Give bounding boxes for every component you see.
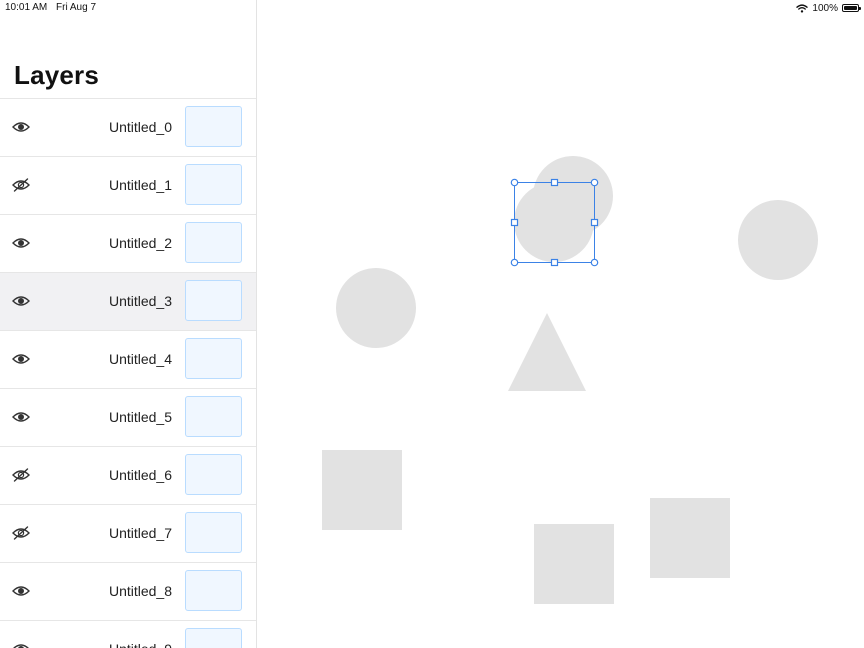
resize-handle-left[interactable] [510, 218, 519, 227]
layer-row[interactable]: Untitled_6 [0, 447, 256, 505]
layer-name: Untitled_0 [108, 119, 172, 135]
battery-percent: 100% [812, 2, 838, 14]
status-date: Fri Aug 7 [56, 2, 97, 13]
layer-thumbnail[interactable] [185, 164, 242, 205]
layer-thumbnail[interactable] [185, 222, 242, 263]
layer-thumbnail[interactable] [185, 106, 242, 147]
drawing-canvas[interactable] [257, 0, 864, 648]
layer-thumbnail[interactable] [185, 628, 242, 648]
resize-handle-top-right[interactable] [590, 178, 599, 187]
layer-thumbnail[interactable] [185, 454, 242, 495]
layer-name: Untitled_6 [108, 467, 172, 483]
shape-circle[interactable] [738, 200, 818, 280]
layer-thumbnail[interactable] [185, 570, 242, 611]
layers-sidebar: Layers Untitled_0 Untitled_1 Untitled_2 Unt… [0, 0, 257, 648]
layer-row[interactable]: Untitled_4 [0, 331, 256, 389]
shape-square[interactable] [650, 498, 730, 578]
shape-triangle[interactable] [508, 313, 586, 391]
layer-row[interactable]: Untitled_5 [0, 389, 256, 447]
resize-handle-bottom[interactable] [550, 258, 559, 267]
eye-icon[interactable] [11, 119, 31, 135]
layer-thumbnail[interactable] [185, 280, 242, 321]
layer-row[interactable]: Untitled_0 [0, 99, 256, 157]
status-time: 10:01 AM [5, 2, 48, 13]
layer-name: Untitled_8 [108, 583, 172, 599]
status-bar: 10:01 AM Fri Aug 7 100% [0, 0, 864, 16]
shape-square[interactable] [322, 450, 402, 530]
layer-name: Untitled_5 [108, 409, 172, 425]
eye-icon[interactable] [11, 351, 31, 367]
layer-thumbnail[interactable] [185, 396, 242, 437]
eye-icon[interactable] [11, 409, 31, 425]
eye-icon[interactable] [11, 235, 31, 251]
eye-icon[interactable] [11, 583, 31, 599]
sidebar-title: Layers [14, 60, 100, 90]
layer-thumbnail[interactable] [185, 512, 242, 553]
shape-circle[interactable] [336, 268, 416, 348]
layer-name: Untitled_9 [109, 641, 172, 648]
resize-handle-bottom-left[interactable] [510, 258, 519, 267]
resize-handle-top-left[interactable] [510, 178, 519, 187]
layer-name: Untitled_3 [108, 293, 172, 309]
eye-slash-icon[interactable] [11, 467, 31, 483]
layer-row[interactable]: Untitled_2 [0, 215, 256, 273]
canvas-svg[interactable] [257, 0, 864, 648]
resize-handle-bottom-right[interactable] [590, 258, 599, 267]
layer-row[interactable]: Untitled_8 [0, 563, 256, 621]
eye-icon[interactable] [11, 641, 31, 648]
layer-name: Untitled_1 [108, 177, 172, 193]
layer-row[interactable]: Untitled_3 [0, 273, 256, 331]
layer-row[interactable]: Untitled_1 [0, 157, 256, 215]
status-indicators: 100% [796, 2, 861, 14]
layer-name: Untitled_2 [108, 235, 172, 251]
layer-name: Untitled_7 [108, 525, 172, 541]
layer-thumbnail[interactable] [185, 338, 242, 379]
layer-list[interactable]: Untitled_0 Untitled_1 Untitled_2 Untitled_3… [0, 98, 256, 648]
wifi-icon [796, 3, 809, 13]
layer-row[interactable]: Untitled_9 [0, 621, 256, 648]
eye-slash-icon[interactable] [11, 525, 31, 541]
shape-square[interactable] [534, 524, 614, 604]
eye-slash-icon[interactable] [11, 177, 31, 193]
resize-handle-top[interactable] [550, 178, 559, 187]
resize-handle-right[interactable] [590, 218, 599, 227]
layer-name: Untitled_4 [108, 351, 172, 367]
battery-icon [842, 4, 861, 12]
shape-circle[interactable] [514, 182, 594, 262]
layer-row[interactable]: Untitled_7 [0, 505, 256, 563]
eye-icon[interactable] [11, 293, 31, 309]
